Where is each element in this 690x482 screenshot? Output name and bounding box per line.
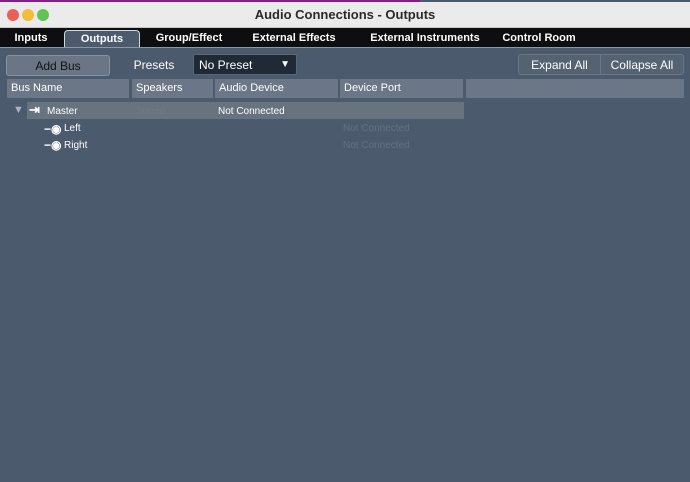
channel-device-port-right[interactable]: Not Connected (343, 140, 410, 151)
column-header-device-port[interactable]: Device Port (340, 79, 463, 98)
tab-external-instruments[interactable]: External Instruments (360, 30, 490, 47)
column-header-empty (466, 79, 684, 98)
channel-port-icon: −◉ (44, 122, 62, 136)
channel-device-port-left[interactable]: Not Connected (343, 123, 410, 134)
window-title: Audio Connections - Outputs (254, 7, 436, 22)
add-bus-button[interactable]: Add Bus (6, 55, 110, 76)
tab-outputs[interactable]: Outputs (64, 30, 140, 47)
tab-group-effect[interactable]: Group/Effect (148, 30, 230, 47)
channel-name-left: Left (64, 123, 81, 134)
bus-speakers[interactable]: Stereo (136, 106, 165, 117)
output-bus-icon: ⇥ (29, 102, 40, 117)
collapse-all-button[interactable]: Collapse All (600, 54, 684, 75)
chevron-down-icon: ▼ (280, 59, 290, 70)
column-header-speakers[interactable]: Speakers (132, 79, 213, 98)
presets-label: Presets (133, 58, 175, 72)
tab-inputs[interactable]: Inputs (8, 30, 54, 47)
bus-audio-device[interactable]: Not Connected (218, 106, 285, 117)
tab-bar: Inputs Outputs Group/Effect External Eff… (0, 28, 690, 47)
bus-name: Master (47, 106, 78, 117)
preset-value: No Preset (199, 58, 253, 72)
preset-dropdown[interactable]: No Preset ▼ (193, 54, 297, 75)
expand-triangle-icon[interactable]: ▼ (13, 104, 24, 116)
title-bar: Audio Connections - Outputs (0, 2, 690, 28)
channel-name-right: Right (64, 140, 88, 151)
column-header-audio-device[interactable]: Audio Device (215, 79, 338, 98)
tab-control-room[interactable]: Control Room (496, 30, 582, 47)
channel-port-icon: −◉ (44, 138, 62, 152)
expand-all-button[interactable]: Expand All (518, 54, 601, 75)
column-header-bus-name[interactable]: Bus Name (7, 79, 129, 98)
tab-external-effects[interactable]: External Effects (244, 30, 344, 47)
